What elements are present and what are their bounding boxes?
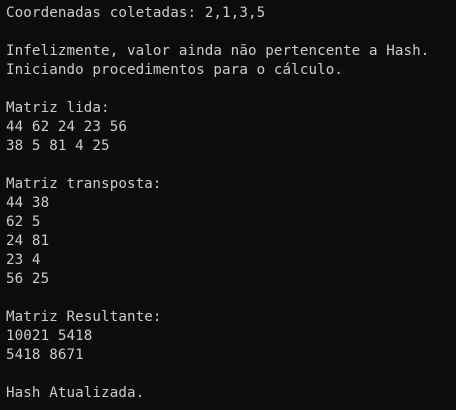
matrix-transposed-row: 56 25: [6, 271, 50, 287]
matrix-read-row: 44 62 24 23 56: [6, 119, 127, 135]
matrix-result-row: 10021 5418: [6, 328, 93, 344]
matrix-transposed-heading: Matriz transposta:: [6, 176, 162, 192]
matrix-transposed-row: 62 5: [6, 214, 41, 230]
output-hash-missing-message: Infelizmente, valor ainda não pertencent…: [6, 43, 430, 59]
output-hash-updated: Hash Atualizada.: [6, 385, 145, 401]
matrix-transposed-row: 24 81: [6, 233, 50, 249]
matrix-transposed-row: 23 4: [6, 252, 41, 268]
matrix-transposed-row: 44 38: [6, 195, 50, 211]
terminal-output[interactable]: Coordenadas coletadas: 2,1,3,5 Infelizme…: [0, 0, 456, 410]
matrix-result-row: 5418 8671: [6, 347, 84, 363]
output-calculation-start: Iniciando procedimentos para o cálculo.: [6, 62, 344, 78]
matrix-result-heading: Matriz Resultante:: [6, 309, 162, 325]
output-coordinates: Coordenadas coletadas: 2,1,3,5: [6, 5, 266, 21]
matrix-read-row: 38 5 81 4 25: [6, 138, 110, 154]
matrix-read-heading: Matriz lida:: [6, 100, 110, 116]
